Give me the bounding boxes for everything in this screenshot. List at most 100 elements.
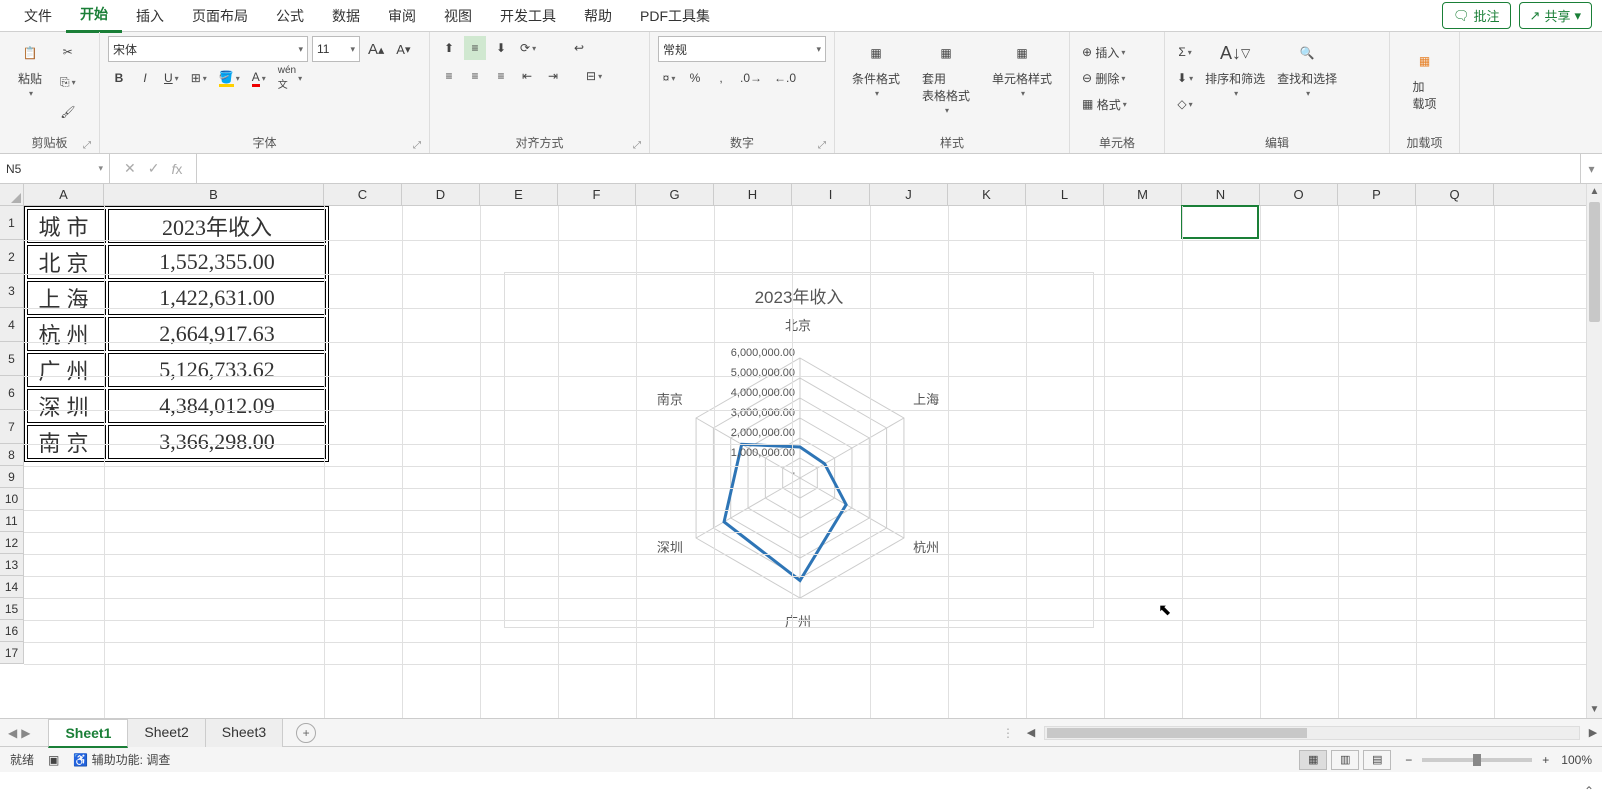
col-header-G[interactable]: G bbox=[636, 184, 714, 205]
paste-button[interactable]: 📋 粘贴▾ bbox=[8, 36, 52, 100]
font-launcher-icon[interactable]: ⤢ bbox=[413, 140, 421, 151]
data-table[interactable]: 城市2023年收入 北京1,552,355.00 上海1,422,631.00 … bbox=[24, 206, 329, 462]
col-header-J[interactable]: J bbox=[870, 184, 948, 205]
col-header-A[interactable]: A bbox=[24, 184, 104, 205]
align-center-button[interactable]: ≡ bbox=[464, 64, 486, 88]
row-header-16[interactable]: 16 bbox=[0, 620, 23, 642]
addins-button[interactable]: ▦加 载项 bbox=[1403, 44, 1447, 114]
header-city[interactable]: 城市 bbox=[27, 209, 106, 243]
clipboard-launcher-icon[interactable]: ⤢ bbox=[83, 140, 91, 151]
menu-review[interactable]: 审阅 bbox=[374, 0, 430, 32]
vscroll-thumb[interactable] bbox=[1589, 202, 1600, 322]
fill-color-button[interactable]: 🪣▾ bbox=[215, 66, 244, 90]
increase-font-button[interactable]: A▴ bbox=[364, 37, 388, 61]
view-normal-button[interactable]: ▦ bbox=[1299, 750, 1327, 770]
row-header-6[interactable]: 6 bbox=[0, 376, 23, 410]
percent-button[interactable]: % bbox=[684, 66, 706, 90]
row-headers[interactable]: 1234567891011121314151617 bbox=[0, 206, 24, 664]
row-header-1[interactable]: 1 bbox=[0, 206, 23, 240]
col-header-F[interactable]: F bbox=[558, 184, 636, 205]
number-launcher-icon[interactable]: ⤢ bbox=[818, 140, 826, 151]
col-header-M[interactable]: M bbox=[1104, 184, 1182, 205]
vertical-scrollbar[interactable]: ▲ ▼ bbox=[1586, 184, 1602, 718]
name-box[interactable]: N5▾ bbox=[0, 154, 110, 183]
col-header-E[interactable]: E bbox=[480, 184, 558, 205]
align-middle-button[interactable]: ≡ bbox=[464, 36, 486, 60]
col-header-P[interactable]: P bbox=[1338, 184, 1416, 205]
horizontal-scrollbar[interactable]: ⋮ ◀ ▶ bbox=[1002, 726, 1602, 740]
menu-pagelayout[interactable]: 页面布局 bbox=[178, 0, 262, 32]
copy-button[interactable]: ⎘▾ bbox=[56, 70, 80, 94]
delete-cells-button[interactable]: ⊖ 删除▾ bbox=[1078, 66, 1158, 90]
view-pagebreak-button[interactable]: ▤ bbox=[1363, 750, 1391, 770]
accept-formula-icon[interactable]: ✓ bbox=[148, 160, 160, 177]
accessibility-icon[interactable]: ♿ bbox=[73, 753, 88, 767]
menu-data[interactable]: 数据 bbox=[318, 0, 374, 32]
cell-style-button[interactable]: ▦单元格样式▾ bbox=[988, 36, 1056, 100]
macro-icon[interactable]: ▣ bbox=[48, 753, 59, 767]
share-button[interactable]: ↗共享▾ bbox=[1519, 2, 1592, 29]
currency-button[interactable]: ¤▾ bbox=[658, 66, 680, 90]
col-header-O[interactable]: O bbox=[1260, 184, 1338, 205]
row-header-11[interactable]: 11 bbox=[0, 510, 23, 532]
zoom-in-button[interactable]: + bbox=[1542, 753, 1549, 767]
row-header-14[interactable]: 14 bbox=[0, 576, 23, 598]
fill-button[interactable]: ⬇▾ bbox=[1173, 66, 1197, 90]
merge-button[interactable]: ⊟▾ bbox=[582, 64, 606, 88]
view-pagelayout-button[interactable]: ▥ bbox=[1331, 750, 1359, 770]
scroll-left-icon[interactable]: ◀ bbox=[1022, 726, 1040, 739]
expand-formula-icon[interactable]: ▾ bbox=[1580, 154, 1602, 183]
font-name-select[interactable]: 宋体▾ bbox=[108, 36, 308, 62]
formula-input[interactable] bbox=[197, 154, 1580, 183]
col-header-Q[interactable]: Q bbox=[1416, 184, 1494, 205]
format-cells-button[interactable]: ▦ 格式▾ bbox=[1078, 92, 1158, 116]
radar-chart[interactable]: 2023年收入 北京上海杭州广州深圳南京 -1,000,000.002,000,… bbox=[504, 272, 1094, 628]
menu-devtools[interactable]: 开发工具 bbox=[486, 0, 570, 32]
table-format-button[interactable]: ▦套用 表格格式▾ bbox=[918, 36, 974, 117]
align-launcher-icon[interactable]: ⤢ bbox=[633, 140, 641, 151]
border-button[interactable]: ⊞▾ bbox=[187, 66, 211, 90]
align-top-button[interactable]: ⬆ bbox=[438, 36, 460, 60]
accessibility-status[interactable]: 辅助功能: 调查 bbox=[92, 751, 171, 768]
cancel-formula-icon[interactable]: ✕ bbox=[124, 160, 136, 177]
next-sheet-icon[interactable]: ▶ bbox=[21, 726, 30, 740]
orientation-button[interactable]: ⟳▾ bbox=[516, 36, 540, 60]
col-header-K[interactable]: K bbox=[948, 184, 1026, 205]
increase-decimal-button[interactable]: .0→ bbox=[736, 66, 766, 90]
table-row[interactable]: 杭州 bbox=[27, 317, 106, 351]
scroll-down-icon[interactable]: ▼ bbox=[1587, 702, 1602, 718]
col-header-I[interactable]: I bbox=[792, 184, 870, 205]
row-header-2[interactable]: 2 bbox=[0, 240, 23, 274]
sheet-nav[interactable]: ◀▶ bbox=[0, 726, 38, 740]
comma-button[interactable]: , bbox=[710, 66, 732, 90]
row-header-5[interactable]: 5 bbox=[0, 342, 23, 376]
font-size-select[interactable]: 11▾ bbox=[312, 36, 360, 62]
row-header-4[interactable]: 4 bbox=[0, 308, 23, 342]
fx-icon[interactable]: fx bbox=[171, 161, 182, 177]
menu-file[interactable]: 文件 bbox=[10, 0, 66, 32]
col-header-C[interactable]: C bbox=[324, 184, 402, 205]
zoom-out-button[interactable]: − bbox=[1405, 753, 1412, 767]
row-header-12[interactable]: 12 bbox=[0, 532, 23, 554]
decrease-indent-button[interactable]: ⇤ bbox=[516, 64, 538, 88]
table-row[interactable]: 南京 bbox=[27, 425, 106, 459]
font-color-button[interactable]: A▾ bbox=[248, 66, 270, 90]
scroll-right-icon[interactable]: ▶ bbox=[1584, 726, 1602, 739]
row-header-3[interactable]: 3 bbox=[0, 274, 23, 308]
decrease-font-button[interactable]: A▾ bbox=[392, 37, 414, 61]
sort-filter-button[interactable]: A↓▽排序和筛选▾ bbox=[1201, 36, 1269, 100]
menu-insert[interactable]: 插入 bbox=[122, 0, 178, 32]
phonetic-button[interactable]: wén文▾ bbox=[274, 66, 306, 90]
collapse-ribbon-icon[interactable]: ⌃ bbox=[1584, 784, 1594, 798]
col-header-B[interactable]: B bbox=[104, 184, 324, 205]
hscroll-thumb[interactable] bbox=[1047, 728, 1307, 738]
menu-pdf[interactable]: PDF工具集 bbox=[626, 0, 724, 32]
decrease-decimal-button[interactable]: ←.0 bbox=[770, 66, 800, 90]
sheet-tab-2[interactable]: Sheet2 bbox=[127, 718, 205, 747]
sheet-tab-3[interactable]: Sheet3 bbox=[205, 718, 283, 747]
find-select-button[interactable]: 🔍查找和选择▾ bbox=[1273, 36, 1341, 100]
format-painter-button[interactable]: 🖌 bbox=[56, 100, 80, 124]
insert-cells-button[interactable]: ⊕ 插入▾ bbox=[1078, 40, 1158, 64]
wrap-text-button[interactable]: ↩ bbox=[568, 36, 590, 60]
header-revenue[interactable]: 2023年收入 bbox=[108, 209, 326, 243]
